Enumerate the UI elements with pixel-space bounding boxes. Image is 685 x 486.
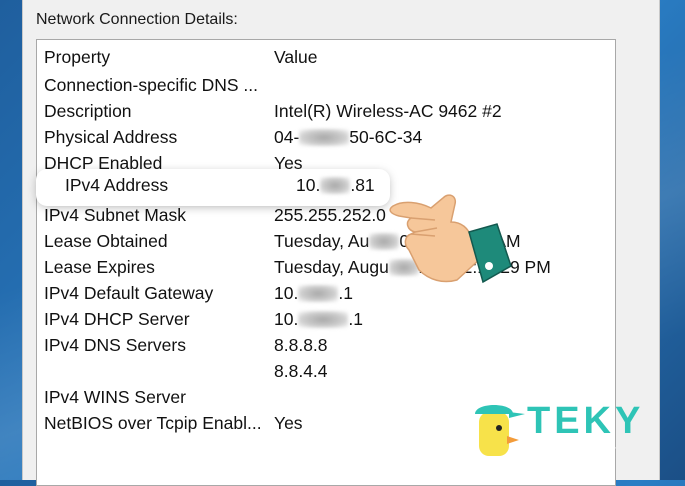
teky-tagline: Young can do IT — [535, 446, 616, 458]
column-property: Property — [44, 47, 111, 67]
list-item[interactable]: Lease Expires Tuesday, Augu2020 2:11:29 … — [37, 254, 615, 280]
redacted-blur — [320, 177, 351, 194]
row-property: IPv4 DNS Servers — [44, 335, 186, 355]
redacted-blur — [298, 311, 349, 328]
row-value: 8.8.4.4 — [274, 361, 328, 381]
row-property: Lease Expires — [44, 257, 155, 277]
pointing-hand-icon — [389, 194, 512, 284]
group-label: Network Connection Details: — [36, 11, 238, 28]
row-value: 10. .1 — [274, 309, 363, 329]
list-item[interactable]: 8.8.4.4 — [37, 358, 615, 384]
list-item[interactable]: Lease Obtained Tuesday, Au020 8:11:29 AM — [37, 228, 615, 254]
list-item[interactable]: Description Intel(R) Wireless-AC 9462 #2 — [37, 98, 615, 124]
teky-logo-text: TEKY — [527, 400, 645, 442]
row-property: Connection-specific DNS ... — [44, 75, 258, 95]
list-item[interactable]: IPv4 Subnet Mask 255.255.252.0 — [37, 202, 615, 228]
row-property: NetBIOS over Tcpip Enabl... — [44, 413, 262, 433]
row-property: Lease Obtained — [44, 231, 168, 251]
list-item[interactable]: IPv4 DHCP Server 10. .1 — [37, 306, 615, 332]
row-property: Physical Address — [44, 127, 178, 147]
redacted-blur — [299, 129, 350, 146]
row-value: 10. .1 — [274, 283, 353, 303]
redacted-blur — [298, 285, 339, 302]
row-value: Yes — [274, 413, 303, 433]
row-value: 8.8.8.8 — [274, 335, 328, 355]
row-property: IPv4 WINS Server — [44, 387, 186, 407]
row-value: 04- 50-6C-34 — [274, 127, 423, 147]
row-property: IPv4 Default Gateway — [44, 283, 214, 303]
row-value: 10. .81 — [296, 175, 375, 195]
row-property: IPv4 DHCP Server — [44, 309, 190, 329]
list-item[interactable]: Connection-specific DNS ... — [37, 72, 615, 98]
column-value: Value — [274, 47, 318, 67]
list-item[interactable]: Physical Address 04- 50-6C-34 — [37, 124, 615, 150]
ipv4-address-highlight[interactable]: IPv4 Address 10. .81 — [38, 171, 388, 204]
row-value: 255.255.252.0 — [274, 205, 386, 225]
row-property: Description — [44, 101, 132, 121]
list-item[interactable]: IPv4 Default Gateway 10. .1 — [37, 280, 615, 306]
row-property: IPv4 Address — [65, 175, 169, 195]
list-header: Property Value — [37, 44, 615, 70]
list-item[interactable]: IPv4 DNS Servers 8.8.8.8 — [37, 332, 615, 358]
row-property: IPv4 Subnet Mask — [44, 205, 187, 225]
row-value: Intel(R) Wireless-AC 9462 #2 — [274, 101, 502, 121]
